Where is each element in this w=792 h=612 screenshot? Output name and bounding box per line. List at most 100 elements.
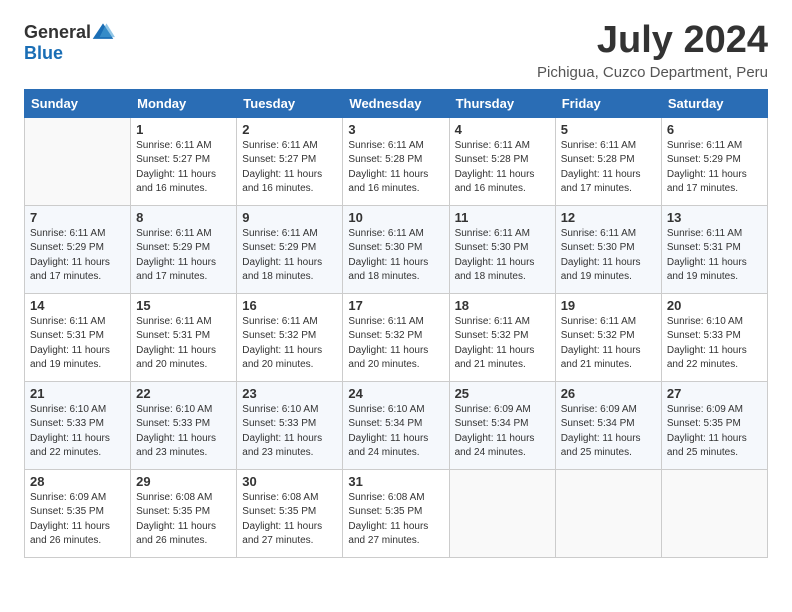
calendar-cell xyxy=(555,469,661,557)
calendar-cell: 16 Sunrise: 6:11 AMSunset: 5:32 PMDayligh… xyxy=(237,293,343,381)
calendar-cell: 11 Sunrise: 6:11 AMSunset: 5:30 PMDayligh… xyxy=(449,205,555,293)
day-number: 22 xyxy=(136,386,231,401)
month-title: July 2024 xyxy=(537,20,768,62)
calendar-cell: 5 Sunrise: 6:11 AMSunset: 5:28 PMDaylight… xyxy=(555,117,661,205)
day-number: 14 xyxy=(30,298,125,313)
day-number: 2 xyxy=(242,122,337,137)
calendar-cell: 4 Sunrise: 6:11 AMSunset: 5:28 PMDaylight… xyxy=(449,117,555,205)
calendar-cell: 31Sunrise: 6:08 AMSunset: 5:35 PMDayligh… xyxy=(343,469,449,557)
weekday-header-saturday: Saturday xyxy=(661,89,767,117)
day-info: Sunrise: 6:10 AMSunset: 5:33 PMDaylight:… xyxy=(667,315,762,373)
weekday-header-thursday: Thursday xyxy=(449,89,555,117)
day-info: Sunrise: 6:11 AMSunset: 5:32 PMDaylight:… xyxy=(242,315,337,373)
calendar-week-row: 28 Sunrise: 6:09 AMSunset: 5:35 PMDayligh… xyxy=(25,469,768,557)
day-info: Sunrise: 6:11 AMSunset: 5:29 PMDaylight:… xyxy=(667,139,762,197)
day-number: 7 xyxy=(30,210,125,225)
weekday-header-row: SundayMondayTuesdayWednesdayThursdayFrid… xyxy=(25,89,768,117)
logo-text-general: General xyxy=(24,23,91,41)
day-info: Sunrise: 6:11 AMSunset: 5:31 PMDaylight:… xyxy=(136,315,231,373)
calendar-week-row: 21 Sunrise: 6:10 AMSunset: 5:33 PMDayligh… xyxy=(25,381,768,469)
day-number: 9 xyxy=(242,210,337,225)
calendar-cell: 3 Sunrise: 6:11 AMSunset: 5:28 PMDaylight… xyxy=(343,117,449,205)
logo: General Blue xyxy=(24,20,115,62)
page-header: General Blue July 2024 Pichigua, Cuzco D… xyxy=(24,20,768,81)
day-number: 8 xyxy=(136,210,231,225)
calendar-cell: 9 Sunrise: 6:11 AMSunset: 5:29 PMDaylight… xyxy=(237,205,343,293)
calendar-week-row: 7 Sunrise: 6:11 AMSunset: 5:29 PMDaylight… xyxy=(25,205,768,293)
day-number: 15 xyxy=(136,298,231,313)
day-number: 17 xyxy=(348,298,443,313)
calendar-cell: 15 Sunrise: 6:11 AMSunset: 5:31 PMDayligh… xyxy=(131,293,237,381)
calendar-cell xyxy=(25,117,131,205)
calendar-cell: 18 Sunrise: 6:11 AMSunset: 5:32 PMDayligh… xyxy=(449,293,555,381)
day-info: Sunrise: 6:11 AMSunset: 5:30 PMDaylight:… xyxy=(455,227,550,285)
day-number: 19 xyxy=(561,298,656,313)
day-number: 13 xyxy=(667,210,762,225)
calendar-week-row: 14 Sunrise: 6:11 AMSunset: 5:31 PMDayligh… xyxy=(25,293,768,381)
weekday-header-sunday: Sunday xyxy=(25,89,131,117)
calendar-cell: 28 Sunrise: 6:09 AMSunset: 5:35 PMDayligh… xyxy=(25,469,131,557)
title-area: July 2024 Pichigua, Cuzco Department, Pe… xyxy=(537,20,768,81)
calendar-cell: 6Sunrise: 6:11 AMSunset: 5:29 PMDaylight… xyxy=(661,117,767,205)
day-info: Sunrise: 6:11 AMSunset: 5:27 PMDaylight:… xyxy=(242,139,337,197)
calendar-cell xyxy=(449,469,555,557)
day-number: 3 xyxy=(348,122,443,137)
day-info: Sunrise: 6:09 AMSunset: 5:34 PMDaylight:… xyxy=(455,403,550,461)
day-number: 10 xyxy=(348,210,443,225)
calendar-cell: 17 Sunrise: 6:11 AMSunset: 5:32 PMDayligh… xyxy=(343,293,449,381)
weekday-header-wednesday: Wednesday xyxy=(343,89,449,117)
day-number: 25 xyxy=(455,386,550,401)
calendar-cell: 20 Sunrise: 6:10 AMSunset: 5:33 PMDayligh… xyxy=(661,293,767,381)
day-info: Sunrise: 6:11 AMSunset: 5:30 PMDaylight:… xyxy=(561,227,656,285)
calendar-cell: 12 Sunrise: 6:11 AMSunset: 5:30 PMDayligh… xyxy=(555,205,661,293)
day-info: Sunrise: 6:11 AMSunset: 5:30 PMDaylight:… xyxy=(348,227,443,285)
day-info: Sunrise: 6:11 AMSunset: 5:31 PMDaylight:… xyxy=(30,315,125,373)
day-info: Sunrise: 6:11 AMSunset: 5:28 PMDaylight:… xyxy=(455,139,550,197)
day-info: Sunrise: 6:11 AMSunset: 5:31 PMDaylight:… xyxy=(667,227,762,285)
day-number: 28 xyxy=(30,474,125,489)
day-number: 4 xyxy=(455,122,550,137)
day-number: 11 xyxy=(455,210,550,225)
day-info: Sunrise: 6:09 AMSunset: 5:35 PMDaylight:… xyxy=(30,491,125,549)
weekday-header-tuesday: Tuesday xyxy=(237,89,343,117)
day-number: 26 xyxy=(561,386,656,401)
calendar-cell: 23Sunrise: 6:10 AMSunset: 5:33 PMDayligh… xyxy=(237,381,343,469)
day-number: 16 xyxy=(242,298,337,313)
day-info: Sunrise: 6:11 AMSunset: 5:32 PMDaylight:… xyxy=(348,315,443,373)
day-number: 5 xyxy=(561,122,656,137)
day-number: 23 xyxy=(242,386,337,401)
day-info: Sunrise: 6:10 AMSunset: 5:33 PMDaylight:… xyxy=(30,403,125,461)
day-number: 20 xyxy=(667,298,762,313)
day-info: Sunrise: 6:11 AMSunset: 5:29 PMDaylight:… xyxy=(242,227,337,285)
day-number: 12 xyxy=(561,210,656,225)
day-info: Sunrise: 6:11 AMSunset: 5:29 PMDaylight:… xyxy=(136,227,231,285)
calendar-cell: 27 Sunrise: 6:09 AMSunset: 5:35 PMDayligh… xyxy=(661,381,767,469)
day-info: Sunrise: 6:11 AMSunset: 5:27 PMDaylight:… xyxy=(136,139,231,197)
calendar-cell: 21 Sunrise: 6:10 AMSunset: 5:33 PMDayligh… xyxy=(25,381,131,469)
day-info: Sunrise: 6:08 AMSunset: 5:35 PMDaylight:… xyxy=(136,491,231,549)
day-info: Sunrise: 6:10 AMSunset: 5:34 PMDaylight:… xyxy=(348,403,443,461)
day-info: Sunrise: 6:08 AMSunset: 5:35 PMDaylight:… xyxy=(348,491,443,549)
day-number: 27 xyxy=(667,386,762,401)
day-info: Sunrise: 6:11 AMSunset: 5:28 PMDaylight:… xyxy=(561,139,656,197)
day-number: 21 xyxy=(30,386,125,401)
calendar-table: SundayMondayTuesdayWednesdayThursdayFrid… xyxy=(24,89,768,558)
calendar-cell: 2 Sunrise: 6:11 AMSunset: 5:27 PMDaylight… xyxy=(237,117,343,205)
calendar-cell: 22Sunrise: 6:10 AMSunset: 5:33 PMDayligh… xyxy=(131,381,237,469)
calendar-week-row: 1 Sunrise: 6:11 AMSunset: 5:27 PMDaylight… xyxy=(25,117,768,205)
weekday-header-friday: Friday xyxy=(555,89,661,117)
calendar-cell: 10 Sunrise: 6:11 AMSunset: 5:30 PMDayligh… xyxy=(343,205,449,293)
calendar-cell: 8 Sunrise: 6:11 AMSunset: 5:29 PMDaylight… xyxy=(131,205,237,293)
day-info: Sunrise: 6:09 AMSunset: 5:35 PMDaylight:… xyxy=(667,403,762,461)
day-info: Sunrise: 6:09 AMSunset: 5:34 PMDaylight:… xyxy=(561,403,656,461)
calendar-cell: 30Sunrise: 6:08 AMSunset: 5:35 PMDayligh… xyxy=(237,469,343,557)
day-info: Sunrise: 6:08 AMSunset: 5:35 PMDaylight:… xyxy=(242,491,337,549)
day-info: Sunrise: 6:11 AMSunset: 5:32 PMDaylight:… xyxy=(455,315,550,373)
day-number: 1 xyxy=(136,122,231,137)
calendar-cell: 26 Sunrise: 6:09 AMSunset: 5:34 PMDayligh… xyxy=(555,381,661,469)
day-info: Sunrise: 6:11 AMSunset: 5:29 PMDaylight:… xyxy=(30,227,125,285)
day-info: Sunrise: 6:11 AMSunset: 5:32 PMDaylight:… xyxy=(561,315,656,373)
day-info: Sunrise: 6:11 AMSunset: 5:28 PMDaylight:… xyxy=(348,139,443,197)
day-number: 18 xyxy=(455,298,550,313)
logo-text-blue: Blue xyxy=(24,44,63,62)
